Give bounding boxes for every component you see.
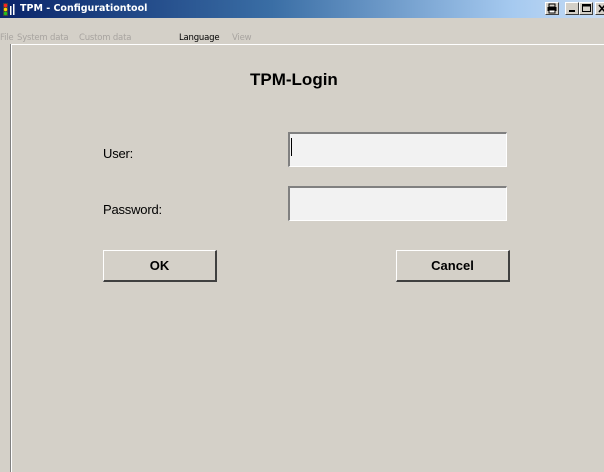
menu-custom-data[interactable]: Custom data bbox=[79, 33, 131, 43]
app-window: TPM - Configurationtool File System data… bbox=[0, 0, 604, 472]
minimize-button[interactable] bbox=[565, 2, 579, 15]
close-icon bbox=[598, 4, 604, 13]
menu-language[interactable]: Language bbox=[179, 33, 220, 43]
menu-bar: File System data Custom data Language Vi… bbox=[0, 18, 604, 44]
text-caret bbox=[291, 138, 292, 156]
print-button[interactable] bbox=[545, 2, 559, 15]
login-title: TPM-Login bbox=[250, 70, 338, 89]
traffic-light-icon[interactable] bbox=[3, 2, 17, 16]
menu-file[interactable]: File bbox=[0, 33, 14, 43]
print-icon bbox=[547, 3, 557, 14]
login-panel bbox=[11, 44, 604, 472]
password-input[interactable] bbox=[288, 186, 507, 221]
password-label: Password: bbox=[103, 202, 162, 217]
menu-system-data[interactable]: System data bbox=[17, 33, 69, 43]
menu-view[interactable]: View bbox=[232, 33, 252, 43]
user-input[interactable] bbox=[288, 132, 507, 167]
maximize-button[interactable] bbox=[579, 2, 593, 15]
close-button[interactable] bbox=[595, 2, 604, 15]
cancel-button[interactable]: Cancel bbox=[396, 250, 510, 282]
maximize-icon bbox=[582, 4, 591, 12]
window-title: TPM - Configurationtool bbox=[20, 3, 148, 14]
ok-button[interactable]: OK bbox=[103, 250, 217, 282]
title-bar[interactable]: TPM - Configurationtool bbox=[0, 0, 604, 18]
minimize-icon bbox=[569, 10, 575, 12]
user-label: User: bbox=[103, 146, 134, 161]
